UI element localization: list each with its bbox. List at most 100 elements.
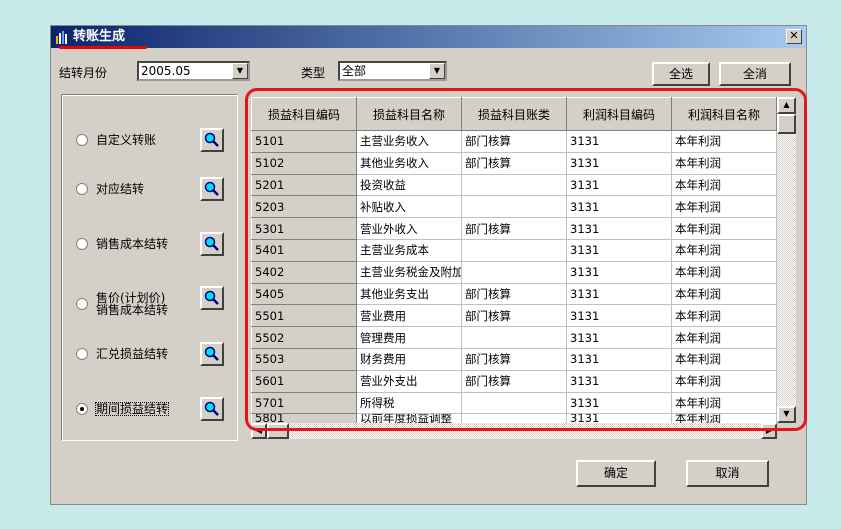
table-cell[interactable]: 本年利润 xyxy=(671,173,777,197)
table-cell[interactable]: 营业费用 xyxy=(356,304,462,328)
scroll-thumb[interactable] xyxy=(777,114,796,134)
table-cell[interactable]: 营业外收入 xyxy=(356,217,462,240)
table-cell[interactable]: 主营业务税金及附加 xyxy=(356,260,462,284)
table-cell[interactable]: 所得税 xyxy=(356,391,462,415)
table-cell[interactable]: 3131 xyxy=(566,151,672,175)
table-cell[interactable]: 3131 xyxy=(566,304,672,328)
table-cell[interactable]: 主营业务成本 xyxy=(356,238,462,262)
table-cell[interactable]: 本年利润 xyxy=(671,391,777,415)
radio-button[interactable] xyxy=(76,183,88,195)
chevron-down-icon[interactable]: ▼ xyxy=(232,63,248,79)
table-cell[interactable]: 5102 xyxy=(251,151,357,175)
table-row[interactable]: 5601 营业外支出 部门核算 3131 本年利润 xyxy=(251,369,777,393)
ok-button[interactable]: 确定 xyxy=(576,460,656,487)
search-button[interactable] xyxy=(200,232,224,256)
option-4[interactable]: 汇兑损益结转 xyxy=(76,348,168,360)
table-cell[interactable]: 5501 xyxy=(251,304,357,328)
hscroll-thumb[interactable] xyxy=(267,423,289,439)
table-cell[interactable]: 3131 xyxy=(566,347,672,371)
radio-button[interactable] xyxy=(76,238,88,250)
table-cell[interactable] xyxy=(461,195,567,219)
scroll-up-button[interactable]: ▲ xyxy=(777,97,796,114)
table-row[interactable]: 5701 所得税 3131 本年利润 xyxy=(251,391,777,415)
table-cell[interactable]: 部门核算 xyxy=(461,217,567,240)
table-cell[interactable]: 部门核算 xyxy=(461,304,567,328)
table-cell[interactable]: 本年利润 xyxy=(671,130,777,153)
table-cell[interactable]: 部门核算 xyxy=(461,151,567,175)
table-row[interactable]: 5401 主营业务成本 3131 本年利润 xyxy=(251,238,777,262)
table-cell[interactable] xyxy=(461,326,567,349)
table-cell[interactable]: 5301 xyxy=(251,217,357,240)
table-cell[interactable]: 本年利润 xyxy=(671,195,777,219)
option-0[interactable]: 自定义转账 xyxy=(76,134,156,146)
table-cell[interactable]: 部门核算 xyxy=(461,282,567,306)
option-3[interactable]: 售价(计划价) 销售成本结转 xyxy=(76,292,168,316)
radio-button[interactable] xyxy=(76,403,88,415)
table-cell[interactable]: 3131 xyxy=(566,260,672,284)
table-cell[interactable] xyxy=(461,173,567,197)
type-select[interactable]: 全部 ▼ xyxy=(338,61,447,81)
table-cell[interactable]: 本年利润 xyxy=(671,217,777,240)
scroll-left-button[interactable]: ◀ xyxy=(251,423,267,439)
table-cell[interactable]: 本年利润 xyxy=(671,282,777,306)
table-cell[interactable] xyxy=(461,391,567,415)
table-cell[interactable]: 本年利润 xyxy=(671,369,777,393)
column-header[interactable]: 利润科目编码 xyxy=(566,97,672,131)
table-row[interactable]: 5501 营业费用 部门核算 3131 本年利润 xyxy=(251,304,777,328)
table-row[interactable]: 5402 主营业务税金及附加 3131 本年利润 xyxy=(251,260,777,284)
table-cell[interactable]: 3131 xyxy=(566,391,672,415)
table-cell[interactable]: 5701 xyxy=(251,391,357,415)
radio-button[interactable] xyxy=(76,348,88,360)
table-cell[interactable]: 管理费用 xyxy=(356,326,462,349)
column-header[interactable]: 损益科目账类 xyxy=(461,97,567,131)
search-button[interactable] xyxy=(200,397,224,421)
month-select[interactable]: 2005.05 ▼ xyxy=(137,61,250,81)
table-cell[interactable]: 部门核算 xyxy=(461,130,567,153)
table-cell[interactable]: 3131 xyxy=(566,282,672,306)
table-cell[interactable]: 5502 xyxy=(251,326,357,349)
table-cell[interactable]: 其他业务收入 xyxy=(356,151,462,175)
table-cell[interactable]: 5203 xyxy=(251,195,357,219)
table-cell[interactable]: 5402 xyxy=(251,260,357,284)
table-row[interactable]: 5503 财务费用 部门核算 3131 本年利润 xyxy=(251,347,777,371)
table-cell[interactable] xyxy=(461,238,567,262)
table-row[interactable]: 5201 投资收益 3131 本年利润 xyxy=(251,173,777,197)
radio-button[interactable] xyxy=(76,134,88,146)
column-header[interactable]: 利润科目名称 xyxy=(671,97,777,131)
column-header[interactable]: 损益科目编码 xyxy=(251,97,357,131)
table-cell[interactable]: 财务费用 xyxy=(356,347,462,371)
table-cell[interactable]: 本年利润 xyxy=(671,238,777,262)
option-1[interactable]: 对应结转 xyxy=(76,183,144,195)
vertical-scrollbar[interactable]: ▲ ▼ xyxy=(777,97,796,423)
table-row[interactable]: 5405 其他业务支出 部门核算 3131 本年利润 xyxy=(251,282,777,306)
table-cell[interactable]: 主营业务收入 xyxy=(356,130,462,153)
table-cell[interactable]: 本年利润 xyxy=(671,304,777,328)
table-cell[interactable]: 部门核算 xyxy=(461,347,567,371)
table-cell[interactable]: 3131 xyxy=(566,195,672,219)
search-button[interactable] xyxy=(200,286,224,310)
table-cell[interactable]: 补贴收入 xyxy=(356,195,462,219)
deselect-all-button[interactable]: 全消 xyxy=(719,62,791,86)
search-button[interactable] xyxy=(200,177,224,201)
table-cell[interactable]: 本年利润 xyxy=(671,260,777,284)
table-cell[interactable]: 3131 xyxy=(566,173,672,197)
option-2[interactable]: 销售成本结转 xyxy=(76,238,168,250)
table-cell[interactable]: 5503 xyxy=(251,347,357,371)
column-header[interactable]: 损益科目名称 xyxy=(356,97,462,131)
chevron-down-icon[interactable]: ▼ xyxy=(429,63,445,79)
table-cell[interactable]: 5601 xyxy=(251,369,357,393)
search-button[interactable] xyxy=(200,342,224,366)
table-cell[interactable]: 其他业务支出 xyxy=(356,282,462,306)
table-cell[interactable]: 3131 xyxy=(566,130,672,153)
table-cell[interactable]: 投资收益 xyxy=(356,173,462,197)
table-cell[interactable]: 5101 xyxy=(251,130,357,153)
scroll-down-button[interactable]: ▼ xyxy=(777,406,796,423)
scroll-right-button[interactable]: ▶ xyxy=(761,423,777,439)
table-row[interactable]: 5101 主营业务收入 部门核算 3131 本年利润 xyxy=(251,130,777,153)
table-cell[interactable]: 3131 xyxy=(566,326,672,349)
table-cell[interactable]: 5401 xyxy=(251,238,357,262)
cancel-button[interactable]: 取消 xyxy=(686,460,769,487)
table-cell[interactable]: 3131 xyxy=(566,217,672,240)
table-cell[interactable]: 部门核算 xyxy=(461,369,567,393)
table-row[interactable]: 5502 管理费用 3131 本年利润 xyxy=(251,326,777,349)
